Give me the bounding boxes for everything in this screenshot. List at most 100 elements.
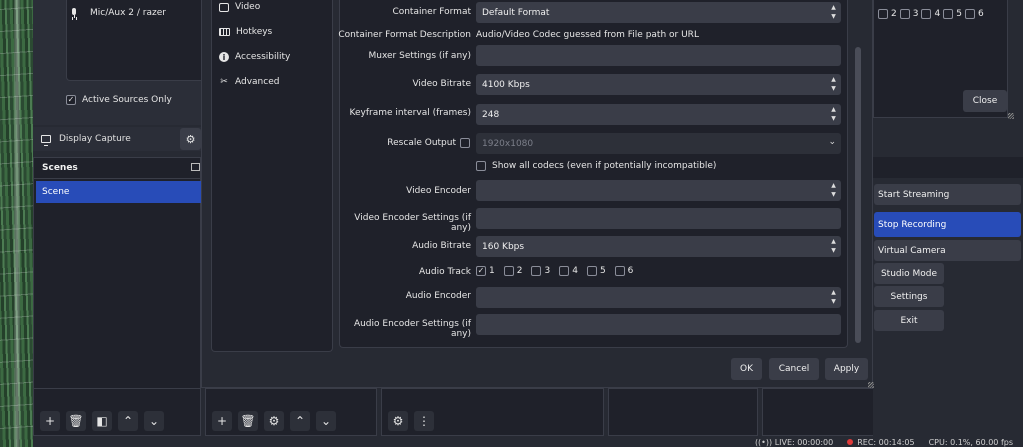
scenes-title: Scenes bbox=[42, 163, 78, 173]
video-bitrate-label: Video Bitrate bbox=[412, 79, 471, 89]
audio-bitrate-select[interactable]: 160 Kbps ▲ ▼ bbox=[476, 236, 841, 257]
audio-track-4-checkbox[interactable] bbox=[559, 266, 570, 276]
close-button[interactable]: Close bbox=[963, 90, 1007, 112]
audio-track-1-checkbox[interactable] bbox=[476, 266, 486, 276]
active-sources-only-checkbox[interactable] bbox=[66, 95, 76, 105]
virtual-camera-button[interactable]: Virtual Camera bbox=[874, 240, 1021, 261]
updown-icon: ▲ ▼ bbox=[831, 289, 836, 305]
kebab-menu-icon: ⋮ bbox=[418, 414, 430, 428]
ok-button[interactable]: OK bbox=[731, 358, 762, 380]
muxer-settings-input[interactable] bbox=[476, 45, 841, 66]
start-streaming-button[interactable]: Start Streaming bbox=[874, 184, 1021, 205]
scene-filters-button[interactable]: ◧ bbox=[92, 411, 112, 431]
track-3-checkbox[interactable] bbox=[899, 9, 910, 19]
track-5-label: 5 bbox=[956, 9, 962, 19]
remove-scene-button[interactable]: 🗑 bbox=[66, 411, 86, 431]
video-encoder-label: Video Encoder bbox=[406, 186, 471, 196]
rescale-output-select[interactable]: 1920x1080 ⌄ bbox=[476, 133, 841, 154]
show-all-codecs-checkbox[interactable] bbox=[476, 161, 486, 171]
show-all-codecs-option[interactable]: Show all codecs (even if potentially inc… bbox=[476, 161, 716, 171]
keyframe-interval-spinbox[interactable]: 248 ▲ ▼ bbox=[476, 104, 841, 125]
audio-track-2-checkbox[interactable] bbox=[503, 266, 514, 276]
cpu-status: CPU: 0.1%, 60.00 fps bbox=[928, 437, 1013, 447]
broadcast-icon: ((•)) bbox=[754, 437, 773, 447]
rec-time: REC: 00:14:05 bbox=[857, 437, 915, 447]
display-capture-icon bbox=[41, 135, 51, 146]
source-properties-button[interactable]: ⚙ bbox=[180, 128, 201, 150]
audio-track-5-checkbox[interactable] bbox=[586, 266, 597, 276]
keyboard-icon bbox=[219, 28, 230, 36]
audio-encoder-select[interactable]: ▲ ▼ bbox=[476, 287, 841, 308]
plus-icon: + bbox=[216, 414, 228, 428]
spin-arrows-icon[interactable]: ▲ ▼ bbox=[830, 107, 837, 122]
plus-icon: + bbox=[44, 414, 56, 428]
sidebar-item-video[interactable]: Video bbox=[219, 0, 260, 17]
source-toolbar: Display Capture bbox=[33, 127, 201, 151]
add-scene-button[interactable]: + bbox=[40, 411, 60, 431]
updown-icon: ▲ ▼ bbox=[831, 238, 836, 254]
chevron-up-icon: ⌃ bbox=[294, 414, 306, 428]
audio-track-4-label: 4 bbox=[572, 266, 578, 276]
studio-mode-button[interactable]: Studio Mode bbox=[874, 263, 944, 284]
dialog-resize-grip-icon[interactable] bbox=[868, 382, 874, 388]
sidebar-item-label: Advanced bbox=[235, 77, 280, 87]
sidebar-item-hotkeys[interactable]: Hotkeys bbox=[219, 22, 272, 42]
video-bitrate-spinbox[interactable]: 4100 Kbps ▲ ▼ bbox=[476, 74, 841, 95]
add-source-button[interactable]: + bbox=[212, 411, 232, 431]
audio-track-3-checkbox[interactable] bbox=[531, 266, 542, 276]
move-scene-down-button[interactable]: ⌄ bbox=[144, 411, 164, 431]
track-5-checkbox[interactable] bbox=[943, 9, 954, 19]
sidebar-item-accessibility[interactable]: i Accessibility bbox=[219, 47, 290, 67]
track-4-checkbox[interactable] bbox=[921, 9, 932, 19]
video-encoder-settings-input[interactable] bbox=[476, 208, 841, 229]
video-encoder-select[interactable]: ▲ ▼ bbox=[476, 180, 841, 201]
stop-recording-button[interactable]: Stop Recording bbox=[874, 212, 1021, 237]
remove-source-button[interactable]: 🗑 bbox=[238, 411, 258, 431]
trash-icon: 🗑 bbox=[68, 414, 84, 428]
move-source-down-button[interactable]: ⌄ bbox=[316, 411, 336, 431]
scenes-toolbar: + 🗑 ◧ ⌃ ⌄ bbox=[40, 411, 164, 431]
move-source-up-button[interactable]: ⌃ bbox=[290, 411, 310, 431]
scrollbar-thumb[interactable] bbox=[855, 47, 861, 343]
scenes-dock-header: Scenes bbox=[33, 157, 201, 178]
audio-tracks-row: 2 3 4 5 6 bbox=[878, 9, 984, 19]
exit-button[interactable]: Exit bbox=[874, 310, 944, 331]
audio-track-6-checkbox[interactable] bbox=[614, 266, 625, 276]
rescale-output-value: 1920x1080 bbox=[482, 138, 534, 149]
audio-encoder-settings-input[interactable] bbox=[476, 314, 841, 335]
source-properties-toolbar-button[interactable]: ⚙ bbox=[264, 411, 284, 431]
cancel-button[interactable]: Cancel bbox=[769, 358, 819, 380]
mixer-menu-button[interactable]: ⋮ bbox=[414, 411, 434, 431]
trash-icon: 🗑 bbox=[240, 414, 256, 428]
sidebar-item-advanced[interactable]: ✂ Advanced bbox=[219, 72, 279, 92]
track-6-checkbox[interactable] bbox=[964, 9, 975, 19]
scene-list-item[interactable]: Scene bbox=[36, 181, 201, 203]
chevron-down-icon: ⌄ bbox=[828, 137, 836, 147]
track-4-label: 4 bbox=[934, 9, 941, 19]
active-sources-only-option[interactable]: Active Sources Only bbox=[66, 95, 172, 105]
audio-track-5-label: 5 bbox=[599, 266, 606, 276]
undock-icon[interactable] bbox=[191, 163, 200, 171]
keyframe-interval-label: Keyframe interval (frames) bbox=[349, 108, 471, 118]
record-dot-icon bbox=[847, 439, 854, 445]
audio-track-options: 1 2 3 4 5 6 bbox=[476, 266, 639, 276]
resize-grip-icon[interactable] bbox=[1008, 113, 1014, 119]
video-icon bbox=[219, 2, 229, 12]
rescale-output-checkbox[interactable] bbox=[460, 138, 470, 148]
controls-dock-header bbox=[873, 157, 1023, 178]
advanced-audio-button[interactable]: ⚙ bbox=[388, 411, 408, 431]
move-scene-up-button[interactable]: ⌃ bbox=[118, 411, 138, 431]
rescale-output-label: Rescale Output bbox=[387, 138, 456, 148]
container-format-select[interactable]: Default Format ▲ ▼ bbox=[476, 2, 841, 23]
track-2-label: 2 bbox=[891, 9, 897, 19]
settings-button[interactable]: Settings bbox=[874, 286, 944, 307]
track-6-label: 6 bbox=[977, 9, 984, 19]
microphone-icon bbox=[70, 8, 78, 18]
track-2-checkbox[interactable] bbox=[878, 9, 888, 19]
apply-button[interactable]: Apply bbox=[825, 358, 868, 380]
keyframe-interval-value: 248 bbox=[482, 109, 500, 120]
accessibility-icon: i bbox=[219, 52, 229, 62]
spin-arrows-icon[interactable]: ▲ ▼ bbox=[830, 77, 837, 92]
sidebar-item-label: Video bbox=[235, 2, 261, 12]
audio-bitrate-value: 160 Kbps bbox=[482, 241, 525, 252]
